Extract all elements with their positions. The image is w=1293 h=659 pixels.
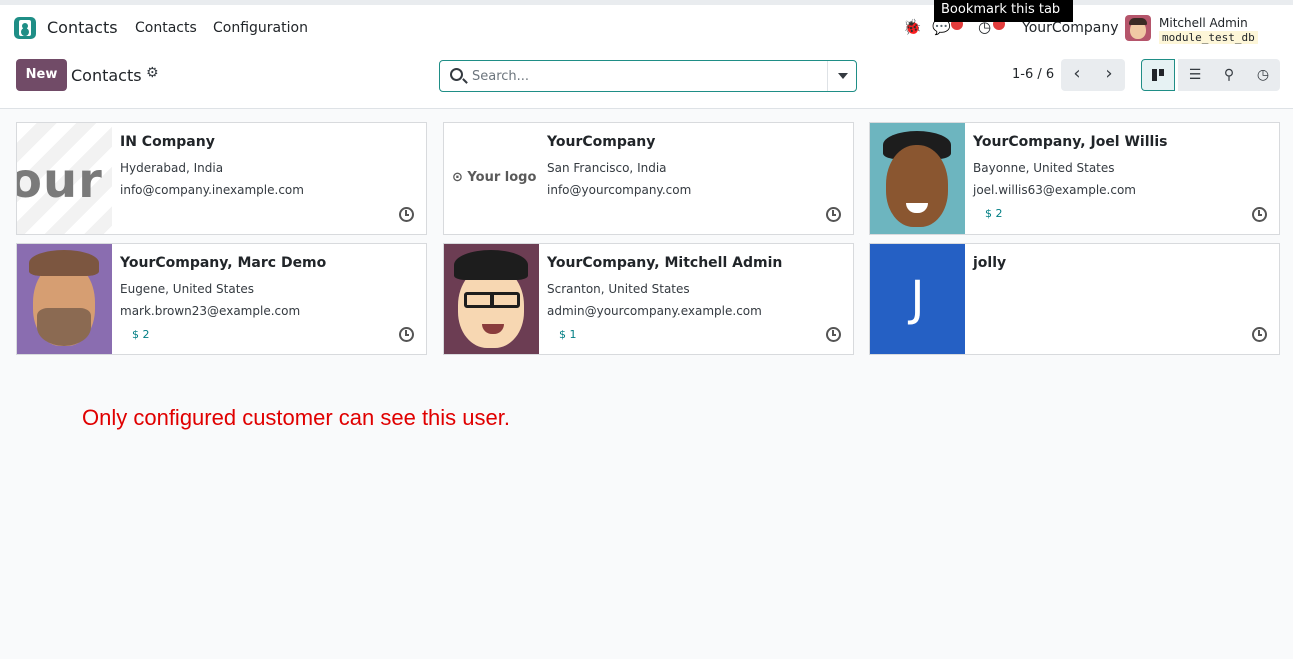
search-options-toggle[interactable] xyxy=(827,61,856,91)
contact-image: ⊙ Your logo xyxy=(444,123,539,234)
clock-icon[interactable] xyxy=(399,207,414,222)
pager-value[interactable]: 1-6 / 6 xyxy=(1012,67,1054,82)
avatar-hair xyxy=(454,250,528,280)
logo-text: our xyxy=(17,153,103,209)
pager-previous-button[interactable]: ‹ xyxy=(1061,59,1093,91)
clock-icon[interactable] xyxy=(1252,327,1267,342)
contact-name: YourCompany, Mitchell Admin xyxy=(547,255,783,271)
clock-icon[interactable] xyxy=(399,327,414,342)
contact-location: Scranton, United States xyxy=(547,282,690,296)
contact-name: YourCompany xyxy=(547,134,656,150)
view-activity-button[interactable]: ◷ xyxy=(1246,59,1280,91)
bookmark-tooltip: Bookmark this tab xyxy=(934,0,1073,22)
contact-card[interactable]: YourCompany, Joel Willis Bayonne, United… xyxy=(869,122,1280,235)
avatar-beard xyxy=(37,308,91,346)
control-panel: New Contacts ⚙ 1-6 / 6 ‹ › ☰ ⚲ ◷ xyxy=(0,52,1293,109)
contact-card[interactable]: our IN Company Hyderabad, India info@com… xyxy=(16,122,427,235)
contact-location: San Francisco, India xyxy=(547,161,667,175)
contact-location: Bayonne, United States xyxy=(973,161,1115,175)
user-avatar[interactable] xyxy=(1125,15,1151,41)
new-button[interactable]: New xyxy=(16,59,67,91)
contact-letter-avatar: J xyxy=(870,244,965,354)
menu-configuration[interactable]: Configuration xyxy=(213,20,308,36)
annotation-note: Only configured customer can see this us… xyxy=(82,405,510,430)
menu-contacts[interactable]: Contacts xyxy=(135,20,197,36)
contact-card[interactable]: ⊙ Your logo YourCompany San Francisco, I… xyxy=(443,122,854,235)
contact-location: Hyderabad, India xyxy=(120,161,224,175)
view-list-button[interactable]: ☰ xyxy=(1178,59,1212,91)
top-navbar: Contacts Contacts Configuration 🐞 💬 ◷ Yo… xyxy=(0,0,1293,52)
contact-email: admin@yourcompany.example.com xyxy=(547,304,762,318)
view-kanban-button[interactable] xyxy=(1141,59,1175,91)
search-input[interactable] xyxy=(472,61,827,91)
sales-count-badge[interactable]: $ 1 xyxy=(559,328,577,341)
contact-email: mark.brown23@example.com xyxy=(120,304,301,318)
database-name: module_test_db xyxy=(1159,31,1258,44)
clock-icon[interactable] xyxy=(826,327,841,342)
contact-card[interactable]: YourCompany, Mitchell Admin Scranton, Un… xyxy=(443,243,854,355)
contacts-app-icon[interactable] xyxy=(14,17,36,39)
avatar-glasses xyxy=(464,292,520,308)
contact-avatar xyxy=(444,244,539,354)
contact-card[interactable]: J jolly xyxy=(869,243,1280,355)
contact-image: our xyxy=(17,123,112,234)
contact-card[interactable]: YourCompany, Marc Demo Eugene, United St… xyxy=(16,243,427,355)
contact-email: info@yourcompany.com xyxy=(547,183,692,197)
contact-name: IN Company xyxy=(120,134,215,150)
contact-location: Eugene, United States xyxy=(120,282,255,296)
contact-email: info@company.inexample.com xyxy=(120,183,304,197)
contact-name: jolly xyxy=(973,255,1007,271)
page-title[interactable]: Contacts xyxy=(71,66,142,85)
contact-name: YourCompany, Joel Willis xyxy=(973,134,1168,150)
search-bar xyxy=(439,60,857,92)
gear-icon[interactable]: ⚙ xyxy=(146,65,159,81)
search-icon xyxy=(450,68,463,81)
contact-email: joel.willis63@example.com xyxy=(973,183,1136,197)
contact-avatar xyxy=(17,244,112,354)
bug-icon[interactable]: 🐞 xyxy=(903,18,922,36)
user-name[interactable]: Mitchell Admin xyxy=(1159,16,1248,30)
avatar-face xyxy=(886,145,948,227)
company-switcher[interactable]: YourCompany xyxy=(1022,20,1119,36)
clock-icon[interactable] xyxy=(1252,207,1267,222)
view-map-button[interactable]: ⚲ xyxy=(1212,59,1246,91)
avatar-hair xyxy=(29,250,99,276)
pager-next-button[interactable]: › xyxy=(1093,59,1125,91)
sales-count-badge[interactable]: $ 2 xyxy=(132,328,150,341)
app-brand[interactable]: Contacts xyxy=(47,18,118,37)
contact-name: YourCompany, Marc Demo xyxy=(120,255,327,271)
contact-avatar xyxy=(870,123,965,234)
clock-icon[interactable] xyxy=(826,207,841,222)
logo-text: ⊙ Your logo xyxy=(452,170,537,185)
kanban-icon xyxy=(1152,69,1164,81)
sales-count-badge[interactable]: $ 2 xyxy=(985,207,1003,220)
